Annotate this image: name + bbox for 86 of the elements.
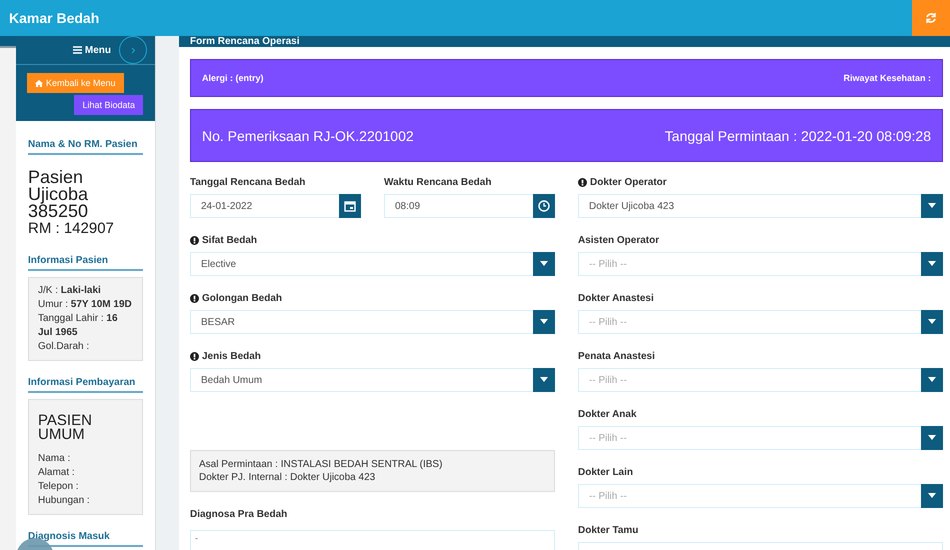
field-label: Sifat Bedah (190, 232, 555, 248)
field-value: 24-01-2022 (200, 200, 252, 212)
field-value: Elective (200, 258, 236, 270)
dropdown-button[interactable] (921, 426, 943, 450)
field-value: Bedah Umum (200, 374, 262, 386)
field-value: 08:09 (394, 200, 420, 212)
diagnosis-textarea[interactable]: - (190, 530, 555, 550)
field-label: Dokter Anastesi (578, 292, 655, 306)
allergy-text: Alergi : (entry) (202, 73, 264, 83)
caret-icon (928, 377, 936, 383)
field-label: Tanggal Rencana Bedah (190, 176, 306, 190)
clock-icon (538, 200, 550, 212)
field-label: Dokter Operator (578, 174, 943, 190)
payment-type: PASIEN UMUM (38, 414, 93, 442)
select-field[interactable]: BESAR (190, 310, 555, 334)
field-label: Penata Anastesi (578, 350, 656, 364)
time-field[interactable]: 08:09 (384, 194, 555, 218)
field-label: Dokter Lain (578, 466, 634, 480)
calendar-icon (344, 200, 356, 212)
patient-name: Pasien Ujicoba 385250 (28, 169, 90, 220)
chevron-right-icon (130, 46, 136, 54)
info-line: Alamat : (38, 466, 76, 480)
exclamation-icon (190, 294, 199, 302)
field-label: Diagnosa Pra Bedah (190, 508, 288, 522)
select-field[interactable]: Dokter Ujicoba 423 (578, 194, 943, 218)
section-heading: Informasi Pasien (28, 247, 143, 271)
field-label: Dokter Tamu (578, 524, 640, 538)
info-line: J/K : Laki-laki (38, 284, 102, 298)
select-field[interactable]: Bedah Umum (190, 368, 555, 392)
section-heading: Informasi Pembayaran (28, 369, 143, 393)
dropdown-button[interactable] (921, 252, 943, 276)
info-line: Gol.Darah : (38, 340, 90, 354)
field-value: BESAR (200, 316, 235, 328)
menu-icon (72, 46, 82, 54)
caret-icon (540, 261, 548, 267)
dropdown-button[interactable] (921, 484, 943, 508)
exclamation-icon (578, 178, 587, 186)
field-label: Dokter Anak (578, 408, 638, 422)
health-history-text: Riwayat Kesehatan : (843, 73, 931, 83)
info-line: Telepon : (38, 480, 80, 494)
field-placeholder: -- Pilih -- (588, 374, 627, 386)
field-placeholder: -- Pilih -- (588, 432, 627, 444)
field-placeholder: -- Pilih -- (588, 316, 627, 328)
info-line: Tanggal Lahir : 16 Jul 1965 (38, 312, 119, 340)
home-icon (35, 80, 43, 86)
time-picker-button[interactable] (533, 194, 555, 218)
field-placeholder: -- Pilih -- (588, 258, 627, 270)
dropdown-button[interactable] (533, 252, 555, 276)
medical-record-number: RM : 142907 (28, 220, 115, 237)
caret-icon (928, 203, 936, 209)
biodata-button[interactable]: Lihat Biodata (74, 95, 143, 115)
exclamation-icon (190, 352, 199, 360)
info-line: Umur : 57Y 10M 19D (38, 298, 133, 312)
caret-icon (928, 319, 936, 325)
examination-number: No. Pemeriksaan RJ-OK.2201002 (202, 128, 414, 144)
select-field[interactable]: Elective (190, 252, 555, 276)
date-picker-button[interactable] (339, 194, 361, 218)
expand-button[interactable] (119, 36, 147, 64)
date-field[interactable]: 24-01-2022 (190, 194, 361, 218)
field-label: Asisten Operator (578, 234, 660, 248)
dropdown-button[interactable] (921, 368, 943, 392)
field-value: Dokter Ujicoba 423 (588, 200, 674, 212)
request-date: Tanggal Permintaan : 2022-01-20 08:09:28 (664, 128, 931, 144)
caret-icon (928, 493, 936, 499)
menu-button[interactable]: Menu (72, 44, 111, 56)
dropdown-button[interactable] (533, 310, 555, 334)
exclamation-icon (190, 236, 199, 244)
field-label: Waktu Rencana Bedah (384, 176, 492, 190)
dropdown-button[interactable] (533, 368, 555, 392)
dropdown-button[interactable] (921, 310, 943, 334)
field-label: Jenis Bedah (190, 348, 555, 364)
refresh-icon (925, 12, 937, 24)
section-heading: Nama & No RM. Pasien (28, 131, 143, 155)
field-placeholder: -- Pilih -- (588, 490, 627, 502)
dropdown-button[interactable] (921, 194, 943, 218)
caret-icon (928, 261, 936, 267)
caret-icon (540, 319, 548, 325)
caret-icon (928, 435, 936, 441)
form-title: Form Rencana Operasi (179, 36, 950, 47)
info-line: Asal Permintaan : INSTALASI BEDAH SENTRAL (IBS) (199, 458, 444, 471)
field-label: Golongan Bedah (190, 290, 555, 306)
info-line: Dokter PJ. Internal : Dokter Ujicoba 423 (199, 471, 376, 484)
info-line: Nama : (38, 452, 72, 466)
caret-icon (540, 377, 548, 383)
info-line: Hubungan : (38, 494, 91, 508)
app-title: Kamar Bedah (8, 10, 100, 26)
